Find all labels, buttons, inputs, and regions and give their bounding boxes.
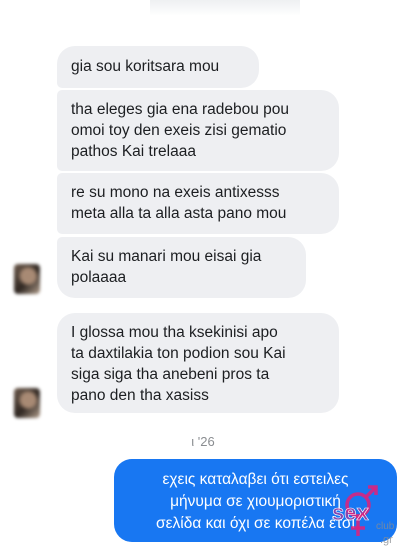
incoming-message[interactable]: tha eleges gia ena radebou pou omoi toy … <box>57 90 339 171</box>
watermark-logo: sex club .gr <box>320 476 404 550</box>
incoming-message[interactable]: I glossa mou tha ksekinisi apo ta daxtil… <box>57 313 339 413</box>
watermark-suffix: club <box>376 521 395 532</box>
message-line: ta daxtilakia ton podion sou Kai <box>71 345 286 362</box>
message-line: re su mono na exeis antixesss <box>71 184 280 201</box>
message-line: gia sou koritsara mou <box>71 58 220 75</box>
contact-avatar[interactable] <box>14 264 40 294</box>
message-line: omoi toy den exeis zisi gematio <box>71 122 287 139</box>
message-line: pano den tha xasiss <box>71 387 209 404</box>
message-line: siga siga tha anebeni pros ta <box>71 366 270 383</box>
contact-avatar[interactable] <box>14 388 40 418</box>
watermark-brand: sex <box>332 500 369 525</box>
message-line: tha eleges gia ena radebou pou <box>71 101 290 118</box>
message-line: meta alla ta alla asta pano mou <box>71 205 287 222</box>
watermark-tld: .gr <box>380 534 393 546</box>
top-fade <box>150 0 300 16</box>
female-male-symbol-icon: sex club .gr <box>332 485 395 546</box>
incoming-message[interactable]: Kai su manari mou eisai gia polaaaa <box>57 237 306 298</box>
message-line: polaaaa <box>71 269 127 286</box>
message-timestamp: ι '26 <box>191 434 215 449</box>
message-line: I glossa mou tha ksekinisi apo <box>71 324 278 341</box>
incoming-message[interactable]: gia sou koritsara mou <box>57 46 259 88</box>
message-line: Kai su manari mou eisai gia <box>71 248 262 265</box>
message-line: pathos Kai trelaaa <box>71 143 196 160</box>
incoming-message[interactable]: re su mono na exeis antixesss meta alla … <box>57 173 339 234</box>
